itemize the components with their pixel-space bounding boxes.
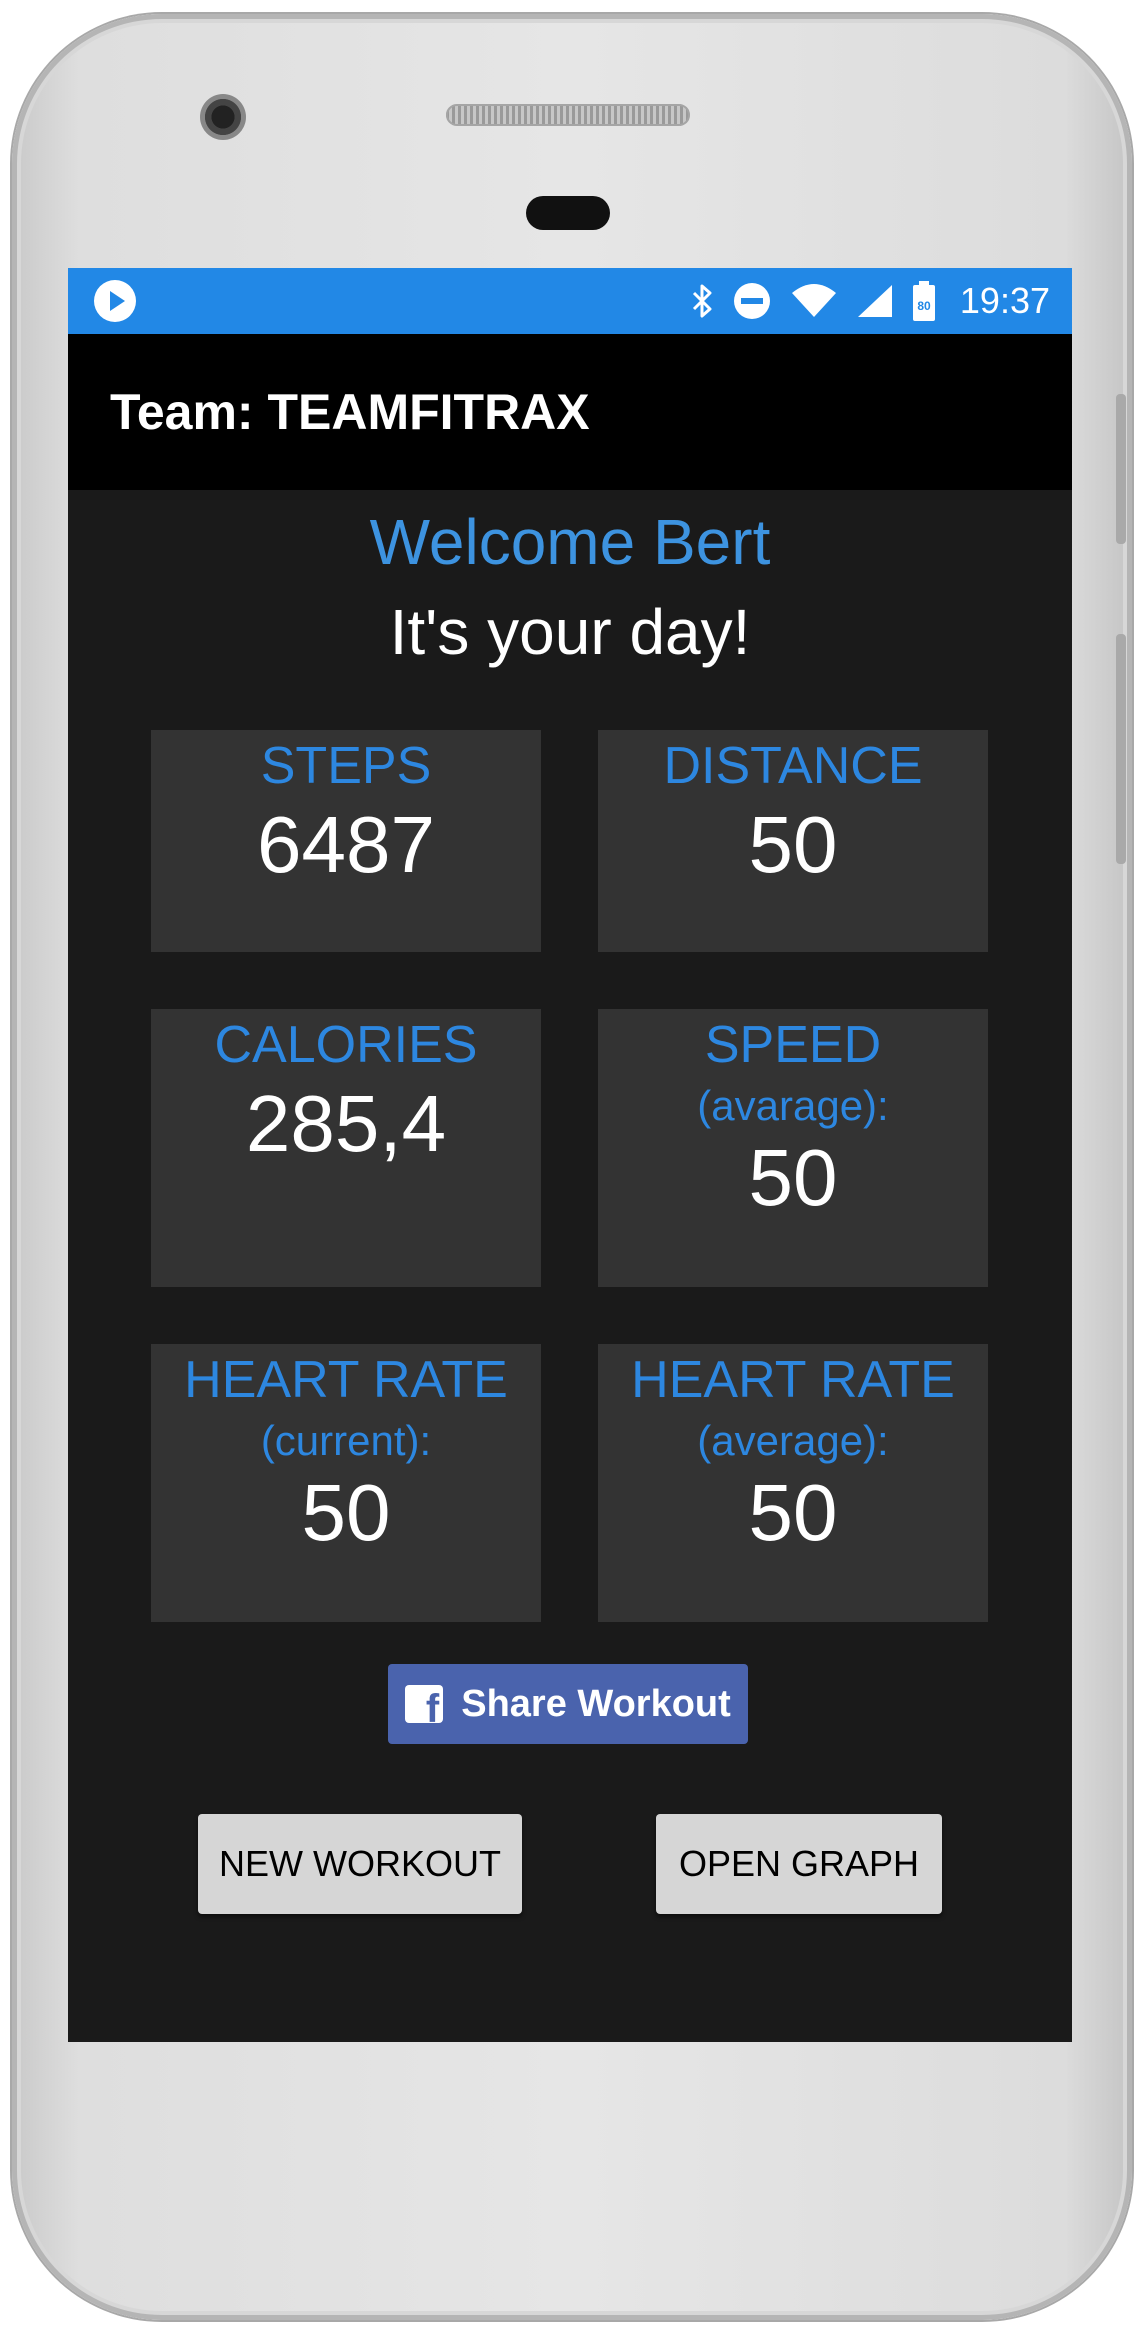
front-camera <box>200 94 246 140</box>
do-not-disturb-icon <box>733 283 770 319</box>
cell-signal-icon <box>857 285 892 317</box>
share-workout-label: Share Workout <box>461 1682 731 1725</box>
status-bar: 80 19:37 <box>68 268 1072 334</box>
speed-label: SPEED <box>704 1016 882 1074</box>
heart-rate-current-value: 50 <box>301 1468 391 1557</box>
steps-card: STEPS 6487 <box>151 730 541 952</box>
heart-rate-average-card: HEART RATE (average): 50 <box>598 1344 988 1622</box>
heart-rate-current-card: HEART RATE (current): 50 <box>151 1344 541 1622</box>
calories-label: CALORIES <box>214 1016 478 1074</box>
status-time: 19:37 <box>959 280 1050 321</box>
tagline-text: It's your day! <box>389 596 751 668</box>
heart-rate-current-label: HEART RATE <box>184 1351 508 1409</box>
speed-value: 50 <box>748 1133 838 1222</box>
proximity-sensor <box>526 196 610 230</box>
power-button <box>1116 394 1126 544</box>
share-workout-button[interactable]: f Share Workout <box>388 1664 748 1744</box>
heart-rate-current-sublabel: (current): <box>260 1417 432 1464</box>
heart-rate-average-value: 50 <box>748 1468 838 1557</box>
steps-value: 6487 <box>257 800 435 889</box>
distance-card: DISTANCE 50 <box>598 730 988 952</box>
welcome-text: Welcome Bert <box>369 506 771 578</box>
distance-value: 50 <box>748 800 838 889</box>
speed-sublabel: (avarage): <box>697 1082 889 1129</box>
heart-rate-average-label: HEART RATE <box>631 1351 955 1409</box>
steps-label: STEPS <box>260 737 432 795</box>
calories-value: 285,4 <box>245 1079 447 1168</box>
calories-card: CALORIES 285,4 <box>151 1009 541 1287</box>
earpiece-speaker <box>446 104 690 126</box>
open-graph-button[interactable]: OPEN GRAPH <box>656 1814 942 1914</box>
new-workout-button[interactable]: NEW WORKOUT <box>198 1814 522 1914</box>
play-icon <box>94 280 136 322</box>
app-bar: Team: TEAMFITRAX <box>68 334 1072 490</box>
team-title: Team: TEAMFITRAX <box>110 384 590 440</box>
battery-level: 80 <box>917 299 931 313</box>
app-screen: 80 19:37 Team: TEAMFITRAX Welcome Bert I… <box>68 268 1072 2042</box>
facebook-icon: f <box>405 1685 444 1723</box>
heart-rate-average-sublabel: (average): <box>697 1417 889 1464</box>
battery-icon: 80 <box>912 281 935 321</box>
wifi-icon <box>791 284 836 317</box>
speed-card: SPEED (avarage): 50 <box>598 1009 988 1287</box>
bluetooth-icon <box>692 284 712 318</box>
distance-label: DISTANCE <box>663 737 923 795</box>
volume-button <box>1116 634 1126 864</box>
status-icons: 80 19:37 <box>690 268 1050 334</box>
